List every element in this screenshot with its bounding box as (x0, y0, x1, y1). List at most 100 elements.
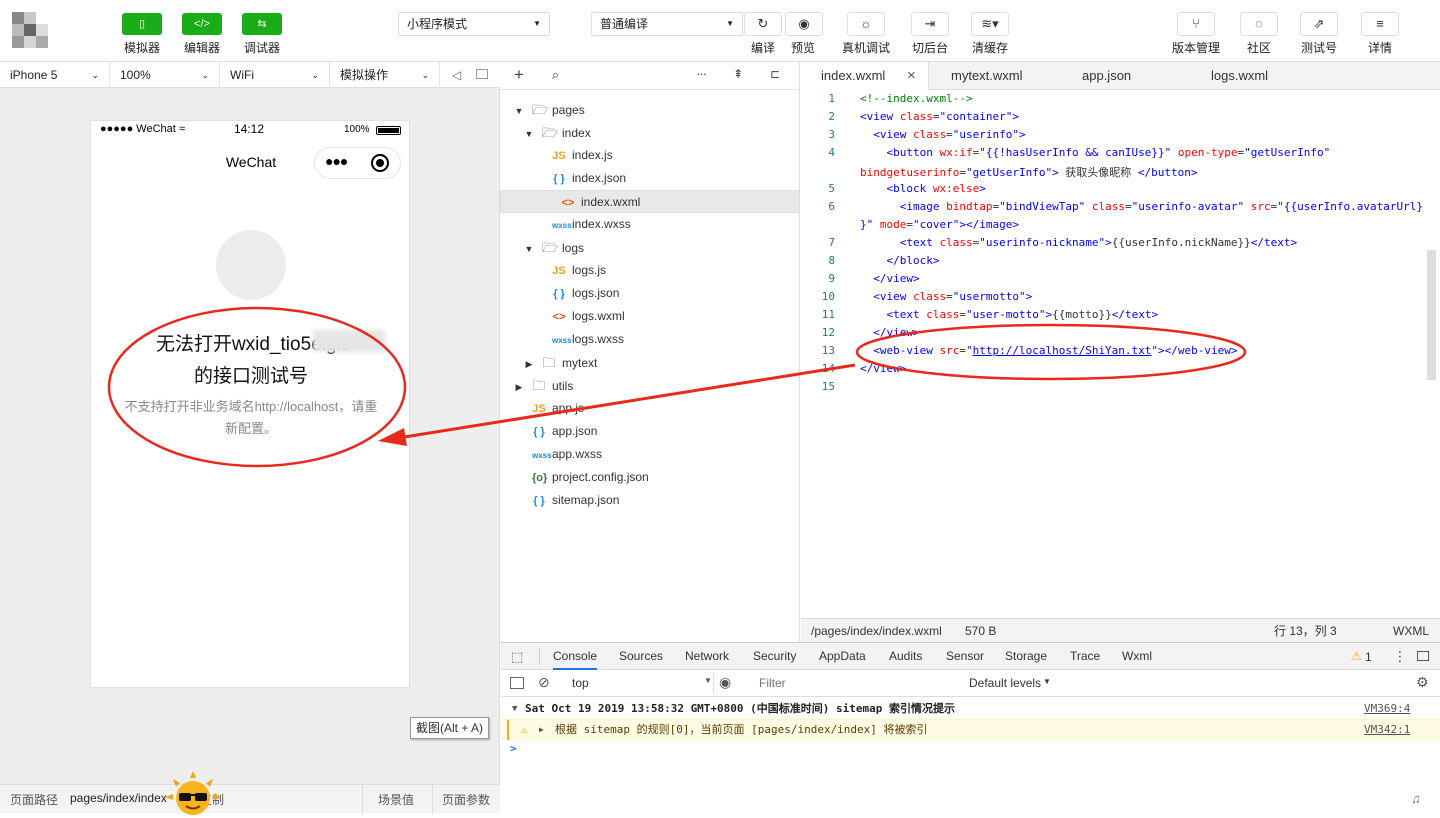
collapse-all-icon[interactable]: ⇞ (733, 67, 743, 81)
console-prompt-line[interactable]: > (501, 739, 1440, 759)
page-params-button[interactable]: 页面参数 (442, 791, 490, 808)
language-mode[interactable]: WXML (1393, 619, 1429, 643)
split-panel-icon[interactable]: ⊏ (770, 67, 780, 81)
more-options-icon[interactable]: ··· (696, 66, 707, 81)
tree-item[interactable]: ▶ 🗀 utils (500, 374, 800, 397)
debugger-button[interactable]: ⇆ (242, 13, 282, 35)
tree-item[interactable]: JS app.js (500, 397, 800, 420)
scene-value-button[interactable]: 场景值 (378, 791, 414, 808)
operation-select[interactable]: 模拟操作 ⌄ (330, 62, 440, 88)
network-select[interactable]: WiFi ⌄ (220, 62, 330, 88)
warning-count[interactable]: 1 (1365, 650, 1372, 664)
devtools-tab-wxml[interactable]: Wxml (1122, 643, 1152, 670)
context-select[interactable]: top ▼ (564, 673, 714, 693)
tab-index-wxml[interactable]: index.wxml × (801, 62, 929, 90)
editor-button[interactable]: </> (182, 13, 222, 35)
expand-triangle-icon[interactable]: ▶ (539, 720, 544, 740)
log-source-link[interactable]: VM342:1 (1364, 720, 1410, 740)
tree-item[interactable]: <> index.wxml (500, 190, 800, 213)
inspect-icon[interactable]: ⬚ (511, 649, 523, 665)
sidebar-toggle-icon[interactable] (510, 677, 524, 689)
tree-item[interactable]: { } sitemap.json (500, 489, 800, 512)
remote-debug-label: 真机调试 (841, 41, 890, 55)
caret-down-icon[interactable]: ▼ (522, 123, 536, 146)
tree-item[interactable]: { } index.json (500, 167, 800, 190)
close-icon[interactable]: × (907, 62, 916, 90)
tree-item[interactable]: JS logs.js (500, 259, 800, 282)
devtools-tab-sources[interactable]: Sources (619, 643, 663, 670)
settings-gear-icon[interactable]: ⚙ (1416, 674, 1429, 691)
tree-item[interactable]: {o} project.config.json (500, 466, 800, 489)
clear-cache-button[interactable]: ≋▾ (971, 12, 1009, 36)
log-levels-select[interactable]: Default levels (969, 676, 1041, 690)
device-select[interactable]: iPhone 5 ⌄ (0, 62, 110, 88)
tab-logs-wxml[interactable]: logs.wxml (1211, 62, 1268, 90)
devtools-tab-network[interactable]: Network (685, 643, 729, 670)
log-source-link[interactable]: VM369:4 (1364, 699, 1410, 719)
devtools-tab-audits[interactable]: Audits (889, 643, 922, 670)
tree-item[interactable]: <> logs.wxml (500, 305, 800, 328)
tree-item[interactable]: ▼ 🗁 pages (500, 98, 800, 121)
expand-triangle-icon[interactable]: ▼ (512, 699, 517, 719)
background-button[interactable]: ⇥ (911, 12, 949, 36)
caret-down-icon[interactable]: ▼ (522, 238, 536, 261)
remote-debug-button[interactable]: ☼ (847, 12, 885, 36)
preview-button[interactable]: ◉ (785, 12, 823, 36)
community-button[interactable]: ◌ (1240, 12, 1278, 36)
tab-mytext-wxml[interactable]: mytext.wxml (951, 62, 1023, 90)
tree-item[interactable]: ▼ 🗁 index (500, 121, 800, 144)
add-file-icon[interactable]: + (514, 65, 524, 85)
search-icon[interactable]: ⌕ (552, 67, 559, 83)
caret-right-icon[interactable]: ▶ (522, 353, 536, 376)
code-line: bindgetuserinfo="getUserInfo"> 获取头像昵称 </… (860, 166, 1198, 179)
tree-item[interactable]: wxsslogs.wxss (500, 328, 800, 351)
dock-icon[interactable] (1417, 651, 1429, 661)
close-capsule-icon[interactable] (371, 154, 389, 172)
capsule-menu[interactable]: ●●● (314, 147, 401, 179)
tree-item[interactable]: JS index.js (500, 144, 800, 167)
version-button[interactable]: ⑂ (1177, 12, 1215, 36)
chevron-down-icon: ▼ (1043, 677, 1051, 686)
simulator-button[interactable]: ▯ (122, 13, 162, 35)
warning-icon: ⚠ (521, 723, 528, 736)
tree-item[interactable]: { } logs.json (500, 282, 800, 305)
line-number: 14 (821, 362, 835, 375)
devtools-tab-appdata[interactable]: AppData (819, 643, 866, 670)
window-icon[interactable] (476, 69, 488, 79)
code-line: </view> (873, 272, 920, 285)
devtools-tab-console[interactable]: Console (553, 643, 598, 670)
line-number: 8 (828, 254, 835, 267)
editor-scrollbar[interactable] (1427, 250, 1436, 380)
code-area[interactable]: 1 2 3 4 5 6 7 8 9 10 11 12 13 14 15 <!--index.wxml--> … (801, 90, 1440, 618)
more-icon[interactable]: ●●● (325, 153, 348, 169)
bell-icon[interactable]: ♫ (1411, 791, 1421, 806)
details-button[interactable]: ≡ (1361, 12, 1399, 36)
caret-right-icon[interactable]: ▶ (512, 376, 526, 399)
tab-app-json[interactable]: app.json (1082, 62, 1131, 90)
console-filter-input[interactable] (753, 673, 953, 693)
devtools-tab-storage[interactable]: Storage (1005, 643, 1047, 670)
compile-button[interactable]: ↻ (744, 12, 782, 36)
kebab-menu-icon[interactable]: ⋮ (1393, 648, 1407, 665)
sound-icon[interactable]: ◁ (452, 62, 461, 88)
mode-select[interactable]: 小程序模式 ▼ (398, 12, 550, 36)
tree-item[interactable]: ▼ 🗁 logs (500, 236, 800, 259)
cursor-position[interactable]: 行 13，列 3 (1274, 619, 1337, 643)
devtools-tab-sensor[interactable]: Sensor (946, 643, 984, 670)
phone-icon: ▯ (138, 18, 146, 30)
eye-icon[interactable]: ◉ (719, 674, 731, 691)
tree-item[interactable]: ▶ 🗀 mytext (500, 351, 800, 374)
devtools-tab-trace[interactable]: Trace (1070, 643, 1100, 670)
context-value: top (572, 676, 589, 690)
zoom-select[interactable]: 100% ⌄ (110, 62, 220, 88)
wxml-file-icon: <> (552, 311, 566, 323)
clear-console-icon[interactable]: ⊘ (538, 674, 550, 691)
test-account-button[interactable]: ⇗ (1300, 12, 1338, 36)
project-avatar[interactable] (12, 12, 50, 50)
compile-select[interactable]: 普通编译 ▼ (591, 12, 743, 36)
tree-item[interactable]: wxssapp.wxss (500, 443, 800, 466)
devtools-tab-security[interactable]: Security (753, 643, 796, 670)
caret-down-icon[interactable]: ▼ (512, 100, 526, 123)
tree-item[interactable]: wxssindex.wxss (500, 213, 800, 236)
tree-item[interactable]: { } app.json (500, 420, 800, 443)
